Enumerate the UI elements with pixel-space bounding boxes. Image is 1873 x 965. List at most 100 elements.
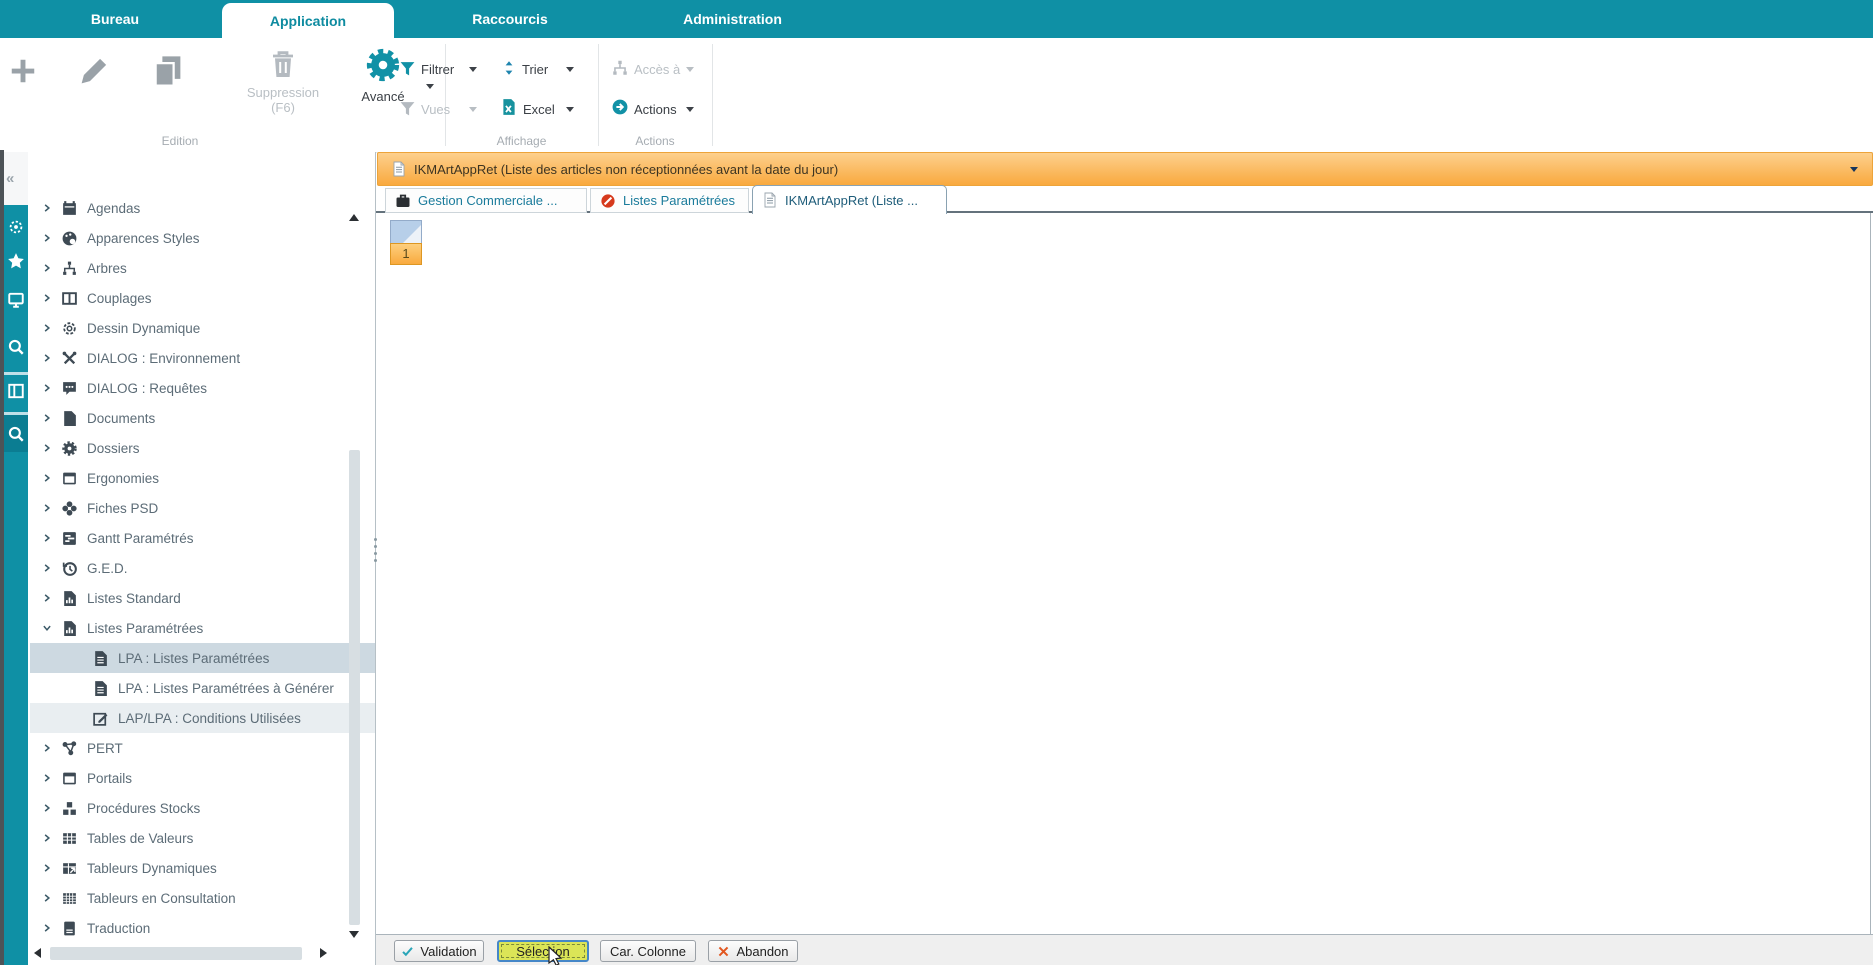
sidebar-item-portails[interactable]: Portails (30, 763, 352, 793)
search-bold-icon[interactable] (7, 425, 25, 443)
calendar-icon (61, 200, 78, 217)
actions-dropdown-icon[interactable] (686, 107, 694, 112)
sidebar-item-lap-lpa-conditions-utilisees[interactable]: LAP/LPA : Conditions Utilisées (30, 703, 375, 733)
sort-dropdown-icon[interactable] (566, 67, 574, 72)
delete-button[interactable]: Suppression (F6) (240, 48, 326, 115)
excel-dropdown-icon[interactable] (566, 107, 574, 112)
chevron-right-icon[interactable] (42, 863, 52, 873)
grid-row-header[interactable]: 1 (390, 243, 422, 265)
edit-pencil-icon[interactable] (76, 53, 112, 89)
chevron-right-icon[interactable] (42, 473, 52, 483)
table-export-icon (61, 860, 78, 877)
chevron-right-icon[interactable] (42, 353, 52, 363)
add-icon[interactable] (8, 56, 38, 86)
sidebar-item-documents[interactable]: Documents (30, 403, 352, 433)
collapse-sidebar-icon[interactable]: « (6, 170, 14, 187)
grid-select-all-corner[interactable] (390, 220, 422, 244)
chevron-right-icon[interactable] (42, 263, 52, 273)
chevron-right-icon[interactable] (42, 803, 52, 813)
sidebar-item-pert[interactable]: PERT (30, 733, 352, 763)
chevron-right-icon[interactable] (42, 413, 52, 423)
gear-dots-icon[interactable] (7, 218, 25, 236)
chevron-right-icon[interactable] (42, 743, 52, 753)
document-icon (391, 161, 407, 177)
sidebar-item-dialog-requetes[interactable]: DIALOG : Requêtes (30, 373, 352, 403)
splitter-handle[interactable] (371, 538, 380, 570)
scroll-down-icon[interactable] (349, 931, 359, 938)
tab-ikmartappret-active[interactable]: IKMArtAppRet (Liste ... (752, 185, 947, 214)
sidebar-item-procedures-stocks[interactable]: Procédures Stocks (30, 793, 352, 823)
table-icon (61, 830, 78, 847)
filter-dropdown-icon[interactable] (469, 67, 477, 72)
tab-gestion-commerciale[interactable]: Gestion Commerciale ... (385, 188, 587, 213)
menu-administration[interactable]: Administration (655, 0, 810, 38)
car-colonne-button[interactable]: Car. Colonne (600, 940, 696, 962)
chevron-right-icon[interactable] (42, 893, 52, 903)
chevron-right-icon[interactable] (42, 773, 52, 783)
horizontal-scrollbar-thumb[interactable] (50, 947, 302, 960)
sidebar-item-dessin-dynamique[interactable]: Dessin Dynamique (30, 313, 352, 343)
chevron-right-icon[interactable] (42, 233, 52, 243)
sidebar-item-lpa-listes-parametrees-a-generer[interactable]: LPA : Listes Paramétrées à Générer (30, 673, 375, 703)
chevron-right-icon[interactable] (42, 533, 52, 543)
chevron-right-icon[interactable] (42, 923, 52, 933)
menu-bureau[interactable]: Bureau (60, 0, 170, 38)
vertical-scrollbar-thumb[interactable] (349, 450, 360, 925)
table-grid-icon (61, 890, 78, 907)
copy-icon[interactable] (150, 53, 186, 89)
sidebar-item-arbres[interactable]: Arbres (30, 253, 352, 283)
star-icon[interactable] (7, 252, 25, 270)
document-bar-dropdown-icon[interactable] (1850, 167, 1858, 172)
menu-raccourcis[interactable]: Raccourcis (450, 0, 570, 38)
sidebar-item-ergonomies[interactable]: Ergonomies (30, 463, 352, 493)
selection-button[interactable]: Sélection (497, 940, 589, 962)
scroll-up-icon[interactable] (349, 214, 359, 221)
scroll-left-icon[interactable] (34, 948, 41, 958)
validation-button[interactable]: Validation (394, 940, 484, 962)
rail-divider (4, 372, 28, 375)
sidebar-item-tables-de-valeurs[interactable]: Tables de Valeurs (30, 823, 352, 853)
advanced-dropdown-icon[interactable] (426, 84, 434, 89)
layout-icon[interactable] (7, 382, 25, 400)
network-icon (61, 740, 78, 757)
sidebar-item-listes-parametrees[interactable]: Listes Paramétrées (30, 613, 352, 643)
file-text-icon (92, 650, 109, 667)
sidebar-item-lpa-listes-parametrees[interactable]: LPA : Listes Paramétrées (30, 643, 375, 673)
sidebar-item-dialog-environnement[interactable]: DIALOG : Environnement (30, 343, 352, 373)
chevron-right-icon[interactable] (42, 503, 52, 513)
sidebar-tree: Agendas Apparences Styles Arbres Couplag… (28, 152, 375, 965)
sidebar-header (28, 152, 375, 200)
access-dropdown-icon (686, 67, 694, 72)
monitor-icon[interactable] (7, 291, 25, 309)
chevron-down-icon[interactable] (42, 623, 52, 633)
footer-button-bar: Validation Sélection Car. Colonne Abando… (375, 934, 1873, 965)
tab-listes-parametrees[interactable]: Listes Paramétrées (590, 188, 749, 213)
chevron-right-icon[interactable] (42, 833, 52, 843)
sidebar-item-tableurs-en-consultation[interactable]: Tableurs en Consultation (30, 883, 352, 913)
sidebar-item-traduction[interactable]: Traduction (30, 913, 352, 943)
menu-application-active-tab[interactable]: Application (222, 3, 394, 40)
chevron-right-icon[interactable] (42, 443, 52, 453)
sidebar-item-dossiers[interactable]: Dossiers (30, 433, 352, 463)
search-icon[interactable] (7, 338, 25, 356)
views-dropdown-icon (469, 107, 477, 112)
chevron-right-icon[interactable] (42, 323, 52, 333)
sidebar-item-listes-standard[interactable]: Listes Standard (30, 583, 352, 613)
sidebar-item-ged[interactable]: G.E.D. (30, 553, 352, 583)
sidebar-item-couplages[interactable]: Couplages (30, 283, 352, 313)
scroll-right-icon[interactable] (320, 948, 327, 958)
sidebar-item-tableurs-dynamiques[interactable]: Tableurs Dynamiques (30, 853, 352, 883)
sort-icon (501, 60, 517, 76)
arrow-circle-icon (611, 98, 629, 116)
sidebar-item-gantt-parametres[interactable]: Gantt Paramétrés (30, 523, 352, 553)
chevron-right-icon[interactable] (42, 203, 52, 213)
chevron-right-icon[interactable] (42, 293, 52, 303)
ribbon-separator (445, 44, 446, 146)
chevron-right-icon[interactable] (42, 593, 52, 603)
sidebar-item-fiches-psd[interactable]: Fiches PSD (30, 493, 352, 523)
sidebar-item-apparences-styles[interactable]: Apparences Styles (30, 223, 352, 253)
chevron-right-icon[interactable] (42, 563, 52, 573)
document-title-bar[interactable]: IKMArtAppRet (Liste des articles non réc… (377, 152, 1873, 186)
chevron-right-icon[interactable] (42, 383, 52, 393)
abandon-button[interactable]: Abandon (708, 940, 798, 962)
